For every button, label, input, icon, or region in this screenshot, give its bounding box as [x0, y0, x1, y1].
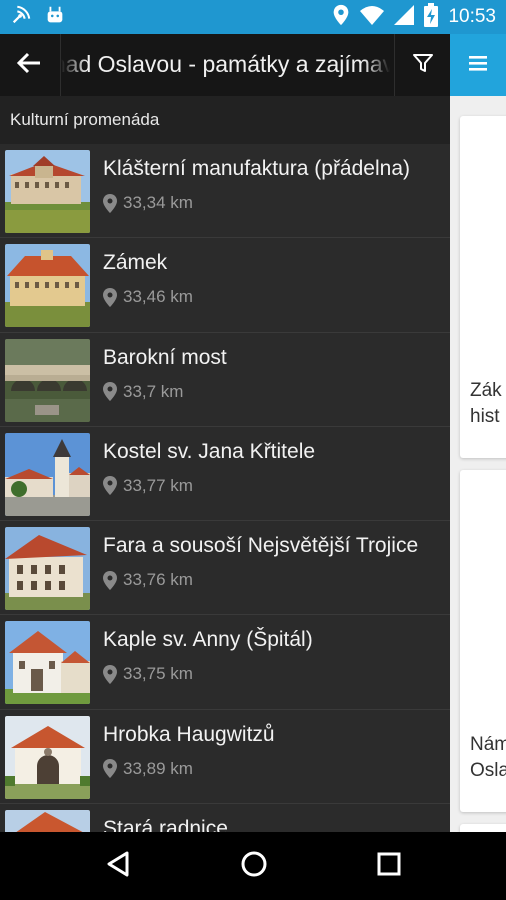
recents-square-icon[interactable]	[377, 852, 401, 881]
list-item[interactable]: Klášterní manufaktura (přádelna) 33,34 k…	[0, 144, 450, 239]
app-screen: 10:53 Zák hist Nám Osla Oslavou - památk…	[0, 0, 506, 900]
place-thumbnail	[5, 338, 90, 422]
places-list: Klášterní manufaktura (přádelna) 33,34 k…	[0, 144, 450, 832]
background-card[interactable]: Nám Osla	[460, 470, 506, 812]
place-thumbnail	[5, 432, 90, 516]
place-name: Klášterní manufaktura (přádelna)	[103, 157, 410, 180]
background-page: Zák hist Nám Osla	[450, 34, 506, 864]
filter-button[interactable]	[394, 34, 450, 96]
list-item[interactable]: Fara a sousoší Nejsvětější Trojice 33,76…	[0, 521, 450, 616]
place-name: Fara a sousoší Nejsvětější Trojice	[103, 534, 419, 558]
place-thumbnail	[5, 621, 90, 705]
card-text-line: Zák	[470, 380, 502, 401]
distance-value: 33,7 km	[123, 381, 184, 401]
place-name: Kaple sv. Anny (Špitál)	[103, 628, 313, 652]
filter-icon	[412, 52, 434, 79]
place-distance: 33,34 km	[103, 193, 193, 213]
card-text-line: Osla	[470, 760, 506, 781]
map-pin-icon	[103, 287, 117, 307]
wifi-icon	[360, 5, 385, 30]
signal-broadcast-icon	[10, 4, 32, 31]
place-distance: 33,77 km	[103, 476, 193, 496]
distance-value: 33,76 km	[123, 570, 193, 590]
page-title: Náměšť nad Oslavou - památky a zajímavos…	[61, 51, 390, 77]
distance-value: 33,75 km	[123, 664, 193, 684]
back-triangle-icon[interactable]	[105, 850, 131, 883]
list-item[interactable]: Stará radnice	[0, 804, 450, 832]
drawer-app-bar: Náměšť nad Oslavou - památky a zajímavos…	[0, 34, 450, 96]
place-name: Kostel sv. Jana Křtitele	[103, 439, 316, 463]
android-icon	[44, 4, 66, 31]
place-thumbnail	[5, 715, 90, 799]
status-bar: 10:53	[0, 0, 506, 34]
navigation-drawer: Náměšť nad Oslavou - památky a zajímavos…	[0, 34, 450, 832]
title-marquee: Náměšť nad Oslavou - památky a zajímavos…	[60, 34, 390, 96]
place-name: Stará radnice	[103, 817, 228, 832]
home-circle-icon[interactable]	[240, 850, 268, 883]
map-pin-icon	[103, 476, 117, 496]
background-card[interactable]: Zák hist	[460, 116, 506, 458]
map-pin-icon	[103, 570, 117, 590]
place-thumbnail	[5, 150, 90, 233]
place-name: Barokní most	[103, 345, 227, 369]
place-thumbnail	[5, 527, 90, 611]
back-button[interactable]	[0, 34, 58, 96]
place-thumbnail	[5, 244, 90, 328]
card-text-line: Nám	[470, 734, 506, 755]
place-distance: 33,89 km	[103, 759, 193, 779]
place-name: Zámek	[103, 251, 168, 275]
map-pin-icon	[103, 382, 117, 402]
place-distance: 33,75 km	[103, 664, 193, 684]
list-item[interactable]: Barokní most 33,7 km	[0, 333, 450, 427]
hamburger-menu-icon[interactable]	[469, 55, 487, 76]
list-item[interactable]: Hrobka Haugwitzů 33,89 km	[0, 710, 450, 805]
battery-charging-icon	[424, 2, 439, 32]
distance-value: 33,46 km	[123, 287, 193, 307]
map-pin-icon	[103, 193, 117, 213]
map-pin-icon	[103, 664, 117, 684]
arrow-back-icon	[16, 51, 42, 80]
list-item[interactable]: Kostel sv. Jana Křtitele 33,77 km	[0, 427, 450, 522]
system-nav-bar	[0, 832, 506, 900]
background-toolbar	[450, 34, 506, 96]
distance-value: 33,77 km	[123, 475, 193, 495]
status-time: 10:53	[448, 6, 496, 27]
list-item[interactable]: Zámek 33,46 km	[0, 238, 450, 333]
place-distance: 33,46 km	[103, 287, 193, 307]
place-distance: 33,7 km	[103, 382, 183, 402]
distance-value: 33,34 km	[123, 193, 193, 212]
map-pin-icon	[103, 759, 117, 779]
place-distance: 33,76 km	[103, 570, 193, 590]
location-icon	[332, 4, 350, 31]
place-thumbnail	[5, 810, 90, 832]
list-item[interactable]: Kaple sv. Anny (Špitál) 33,75 km	[0, 615, 450, 710]
place-name: Hrobka Haugwitzů	[103, 722, 275, 746]
card-text-line: hist	[470, 406, 500, 427]
cell-signal-icon	[394, 4, 415, 30]
distance-value: 33,89 km	[123, 758, 193, 778]
section-header: Kulturní promenáda	[0, 96, 450, 144]
